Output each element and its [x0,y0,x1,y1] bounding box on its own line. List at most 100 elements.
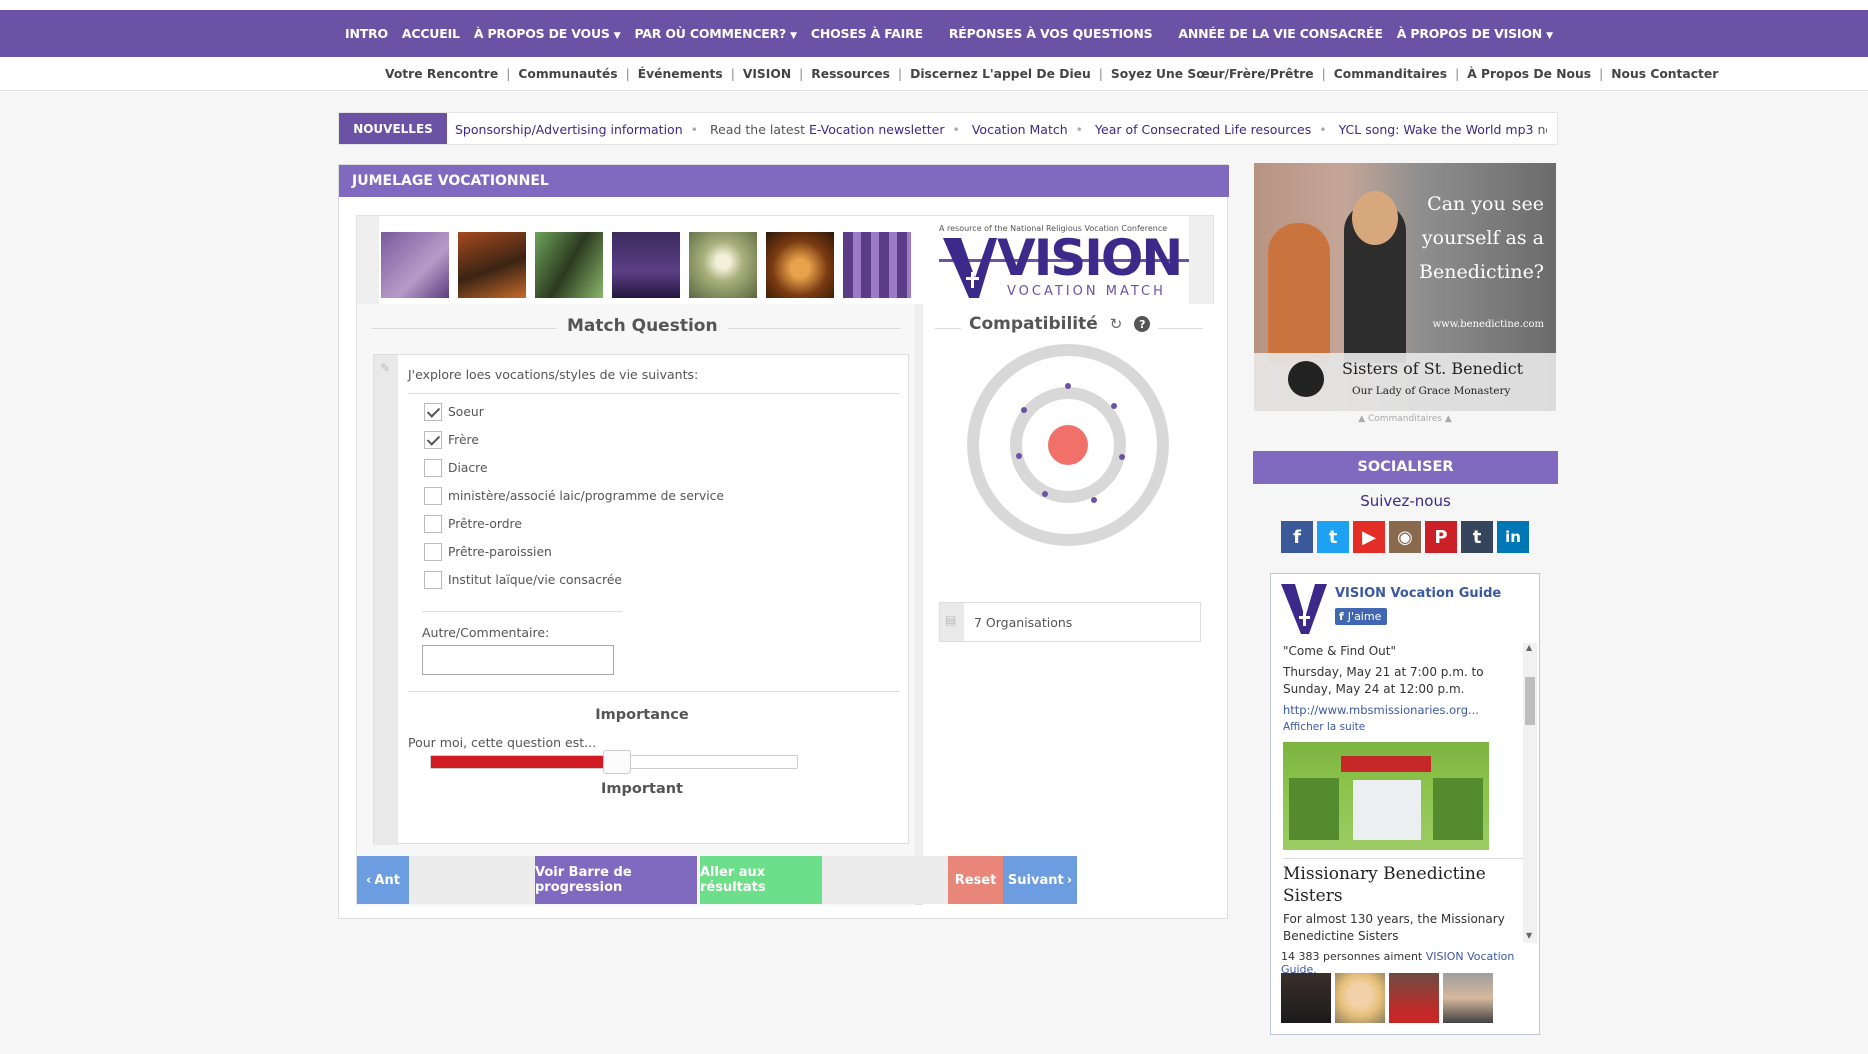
chevron-down-icon: ▼ [1546,31,1553,41]
refresh-icon[interactable]: ↻ [1110,315,1123,333]
checkbox[interactable] [424,459,442,477]
banner-photo [535,232,603,298]
linkedin-icon[interactable]: in [1497,521,1529,553]
facebook-icon[interactable]: f [1281,521,1313,553]
fb-card-title[interactable]: Missionary Benedictine Sisters [1283,858,1528,907]
reset-button[interactable]: Reset [948,856,1003,904]
tumblr-icon[interactable]: t [1461,521,1493,553]
twitter-icon[interactable]: t [1317,521,1349,553]
subnav-discernez[interactable]: Discernez L'appel De Dieu [910,67,1091,81]
option-pretre-ordre[interactable]: Prêtre-ordre [424,515,522,533]
nav-intro[interactable]: INTRO [345,26,388,41]
avatar[interactable] [1389,973,1439,1023]
other-comment-label: Autre/Commentaire: [422,625,550,640]
fb-feed[interactable]: "Come & Find Out" Thursday, May 21 at 7:… [1283,643,1528,943]
subnav-soyez[interactable]: Soyez Une Sœur/Frère/Prêtre [1111,67,1314,81]
option-institut-laique[interactable]: Institut laïque/vie consacrée [424,571,622,589]
vocation-match-panel: JUMELAGE VOCATIONNEL A resource of the N… [338,164,1229,919]
fb-like-button[interactable]: f J'aime [1335,608,1388,625]
vision-banner: A resource of the National Religious Voc… [379,216,1189,304]
fb-post-link[interactable]: http://www.mbsmissionaries.org... [1283,702,1528,719]
progress-button[interactable]: Voir Barre de progression [535,856,697,904]
option-ministere[interactable]: ministère/associé laic/programme de serv… [424,487,724,505]
org-dot[interactable] [1021,407,1027,413]
org-dot[interactable] [1016,453,1022,459]
banner-photo [458,232,526,298]
other-comment-input[interactable] [422,645,614,675]
panel-title: JUMELAGE VOCATIONNEL [339,165,1229,197]
next-button[interactable]: Suivant › [1003,856,1077,904]
checkbox[interactable] [424,571,442,589]
help-icon[interactable]: ? [1134,316,1151,332]
ticker-item[interactable]: E-Vocation newsletter [809,122,945,137]
nav-a-propos-de-vous[interactable]: À PROPOS DE VOUS ▼ [474,26,621,41]
organisations-count[interactable]: ▤ 7 Organisations [939,602,1201,642]
banner-photo [612,232,680,298]
ad-url: www.benedictine.com [1432,319,1544,330]
importance-slider[interactable] [430,750,798,774]
nav-a-propos-de-vision[interactable]: À PROPOS DE VISION ▼ [1397,26,1553,41]
org-dot[interactable] [1119,454,1125,460]
news-ticker: NOUVELLES Sponsorship/Advertising inform… [338,112,1558,145]
compatibility-title: Compatibilité [969,314,1098,334]
subnav-a-propos-de-nous[interactable]: À Propos De Nous [1467,67,1591,81]
checkbox[interactable] [424,543,442,561]
pinterest-icon[interactable]: P [1425,521,1457,553]
importance-value-label: Important [601,781,683,797]
importance-title: Importance [595,707,689,723]
social-title: SOCIALISER [1253,451,1558,484]
social-icons: f t ▶ ◉ P t in [1281,521,1533,553]
sponsor-ad[interactable]: Can you see yourself as a Benedictine? w… [1254,163,1556,411]
avatar[interactable] [1335,973,1385,1023]
edit-icon: ✎ [380,361,391,375]
ticker-item[interactable]: Year of Consecrated Life resources [1095,122,1311,137]
nav-par-ou-commencer[interactable]: PAR OÙ COMMENCER? ▼ [634,26,797,41]
quiz-button-bar: ‹ Ant Voir Barre de progression Aller aux… [357,856,1215,904]
subnav-communautes[interactable]: Communautés [518,67,617,81]
slider-handle[interactable] [603,750,631,774]
checkbox[interactable] [424,487,442,505]
fb-page-name[interactable]: VISION Vocation Guide [1335,586,1501,601]
checkbox[interactable] [424,515,442,533]
subnav-nous-contacter[interactable]: Nous Contacter [1611,67,1718,81]
nav-reponses[interactable]: RÉPONSES À VOS QUESTIONS [949,26,1153,41]
subnav-vision[interactable]: VISION [743,67,791,81]
fb-post-image[interactable] [1283,742,1489,850]
secondary-navigation: Votre Rencontre | Communautés | Événements… [0,57,1868,91]
org-dot[interactable] [1042,491,1048,497]
option-diacre[interactable]: Diacre [424,459,488,477]
nav-choses-a-faire[interactable]: CHOSES À FAIRE [811,26,923,41]
fb-see-more[interactable]: Afficher la suite [1283,719,1528,736]
checkbox[interactable] [424,431,442,449]
org-dot[interactable] [1091,497,1097,503]
subnav-commanditaires[interactable]: Commanditaires [1334,67,1447,81]
ticker-item[interactable]: Sponsorship/Advertising information [455,122,683,137]
option-soeur[interactable]: Soeur [424,403,484,421]
org-dot[interactable] [1111,403,1117,409]
importance-prompt: Pour moi, cette question est... [408,735,597,750]
ticker-item[interactable]: Vocation Match [972,122,1068,137]
youtube-icon[interactable]: ▶ [1353,521,1385,553]
org-dot[interactable] [1065,383,1071,389]
question-text: J'explore loes vocations/styles de vie s… [408,367,699,382]
avatar[interactable] [1281,973,1331,1023]
ticker-label: NOUVELLES [339,113,447,144]
importance-fill [431,756,607,768]
option-pretre-paroissien[interactable]: Prêtre-paroissien [424,543,552,561]
ticker-item[interactable]: YCL song: Wake the World mp3 [1339,122,1534,137]
nav-accueil[interactable]: ACCUEIL [402,26,460,41]
follow-us: Suivez-nous [1360,492,1451,510]
subnav-ressources[interactable]: Ressources [811,67,890,81]
scrollbar[interactable]: ▲ ▼ [1523,643,1537,943]
avatar[interactable] [1443,973,1493,1023]
instagram-icon[interactable]: ◉ [1389,521,1421,553]
subnav-votre-rencontre[interactable]: Votre Rencontre [385,67,498,81]
checkbox[interactable] [424,403,442,421]
option-frere[interactable]: Frère [424,431,479,449]
prev-button[interactable]: ‹ Ant [357,856,409,904]
vision-v-icon [1281,584,1327,634]
results-button[interactable]: Aller aux résultats [700,856,822,904]
subnav-evenements[interactable]: Événements [638,67,723,81]
chevron-right-icon: › [1066,872,1073,888]
nav-annee-vie-consacree[interactable]: ANNÉE DE LA VIE CONSACRÉE [1178,26,1383,41]
